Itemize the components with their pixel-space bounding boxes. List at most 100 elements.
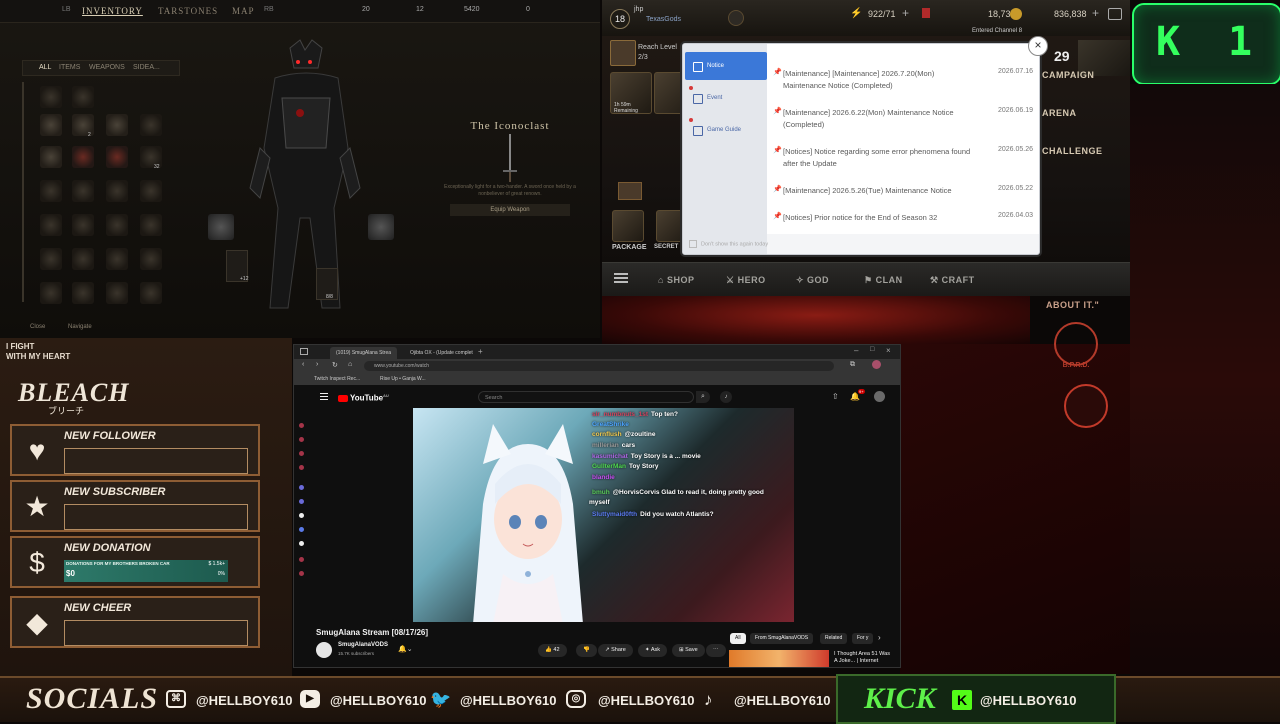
home-icon[interactable]: ⌂	[348, 361, 352, 368]
maximize-icon[interactable]: □	[870, 346, 874, 353]
equip-slot-helmet[interactable]	[208, 214, 234, 240]
chat-icon[interactable]	[1108, 8, 1122, 20]
sidebar-icon[interactable]	[299, 499, 304, 504]
notify-bell-icon[interactable]: 🔔⌄	[398, 645, 413, 653]
filter-all[interactable]: ALL	[39, 64, 51, 71]
chip-for-you[interactable]: For y	[852, 633, 874, 644]
search-icon[interactable]: ⌕	[696, 391, 710, 403]
footer-navigate[interactable]: Navigate	[68, 324, 92, 330]
close-icon[interactable]: ×	[1028, 36, 1048, 56]
related-video-thumbnail[interactable]	[729, 650, 829, 667]
filter-weapons[interactable]: WEAPONS	[89, 64, 125, 71]
menu-arena[interactable]: ARENA	[1032, 108, 1130, 146]
package-label[interactable]: PACKAGE	[612, 244, 646, 251]
ask-button[interactable]: ✦ Ask	[638, 644, 668, 657]
menu-campaign[interactable]: CAMPAIGN	[1032, 70, 1130, 108]
mic-icon[interactable]: ♪	[720, 391, 732, 403]
nav-clan[interactable]: ⚑ CLAN	[864, 275, 903, 286]
yt-avatar[interactable]	[874, 391, 885, 402]
sidebar-icon[interactable]	[299, 437, 304, 442]
filter-items[interactable]: ITEMS	[59, 64, 80, 71]
reach-level-portrait[interactable]	[610, 40, 636, 66]
nav-hero[interactable]: ⚔ HERO	[726, 275, 766, 286]
inventory-slot[interactable]	[72, 282, 94, 304]
event-tab[interactable]: Event	[685, 84, 767, 112]
new-tab-button[interactable]: +	[478, 347, 483, 356]
more-actions-button[interactable]: ⋯	[706, 644, 726, 657]
dont-show-checkbox[interactable]: Don't show this again today	[689, 240, 768, 248]
sidebar-icon[interactable]	[299, 513, 304, 518]
sidebar-icon[interactable]	[299, 485, 304, 490]
inventory-slot[interactable]	[106, 248, 128, 270]
inventory-slot[interactable]	[72, 86, 94, 108]
inventory-slot[interactable]	[106, 214, 128, 236]
inventory-scrollbar[interactable]	[22, 82, 24, 302]
tab-inventory[interactable]: INVENTORY	[82, 6, 143, 16]
window-close-icon[interactable]: ×	[886, 346, 891, 355]
sidebar-icon[interactable]	[299, 465, 304, 470]
inventory-slot[interactable]	[106, 146, 128, 168]
chips-next-icon[interactable]: ›	[878, 633, 881, 642]
dislike-button[interactable]: 👎	[576, 644, 597, 657]
equip-slot-armor[interactable]	[368, 214, 394, 240]
chip-related[interactable]: Related	[820, 633, 848, 644]
related-video-title[interactable]: I Thought Area 51 Was A Joke... | Intern…	[834, 651, 894, 665]
nav-craft[interactable]: ⚒ CRAFT	[930, 275, 975, 286]
inventory-slot[interactable]	[40, 114, 62, 136]
browser-tab-ojibta[interactable]: Ojibta OX - (Update complet	[404, 347, 479, 359]
inventory-slot[interactable]	[72, 248, 94, 270]
tab-tarstones[interactable]: TARSTONES	[158, 6, 218, 16]
game-guide-tab[interactable]: Game Guide	[685, 116, 767, 144]
inventory-slot[interactable]	[72, 146, 94, 168]
nav-god[interactable]: ✧ GOD	[796, 275, 829, 286]
inventory-slot[interactable]	[40, 86, 62, 108]
bookmark-item[interactable]: Twitch Inspect Rec...	[314, 376, 360, 382]
sidebar-icon[interactable]	[299, 451, 304, 456]
address-bar[interactable]: www.youtube.com/watch	[364, 361, 834, 371]
add-energy-button[interactable]: +	[902, 6, 909, 20]
sidebar-icon[interactable]	[299, 571, 304, 576]
footer-close[interactable]: Close	[30, 324, 45, 330]
add-gems-button[interactable]: +	[1092, 6, 1099, 20]
chip-from-channel[interactable]: From SmugAlanaVODS	[750, 633, 814, 644]
package-tile[interactable]	[612, 210, 644, 242]
inventory-slot[interactable]	[40, 146, 62, 168]
inventory-slot[interactable]	[72, 214, 94, 236]
forward-icon[interactable]: ›	[316, 361, 318, 368]
upload-icon[interactable]: ⇧	[832, 392, 839, 401]
like-button[interactable]: 👍 42	[538, 644, 567, 657]
reload-icon[interactable]: ↻	[332, 361, 338, 369]
inventory-slot[interactable]	[140, 214, 162, 236]
save-button[interactable]: ⊞ Save	[672, 644, 705, 657]
chip-all[interactable]: All	[730, 633, 746, 644]
hamburger-menu-icon[interactable]	[614, 273, 628, 275]
inventory-slot[interactable]	[106, 114, 128, 136]
inventory-slot[interactable]	[140, 180, 162, 202]
yt-menu-icon[interactable]	[320, 393, 328, 394]
filter-side[interactable]: SIDEA...	[133, 64, 160, 71]
sidebar-icon[interactable]	[299, 527, 304, 532]
inventory-slot[interactable]	[140, 282, 162, 304]
tab-overview-icon[interactable]	[300, 348, 308, 355]
extensions-icon[interactable]: ⧉	[850, 361, 855, 369]
inventory-slot[interactable]	[40, 248, 62, 270]
inventory-slot[interactable]	[140, 248, 162, 270]
channel-avatar[interactable]	[316, 642, 332, 658]
inventory-slot[interactable]	[106, 282, 128, 304]
equip-weapon-button[interactable]: Equip Weapon	[450, 204, 570, 216]
bookmark-item[interactable]: Rise Up • Ganja W...	[380, 376, 426, 382]
inventory-slot[interactable]	[72, 180, 94, 202]
mail-icon[interactable]	[618, 182, 642, 200]
sidebar-icon[interactable]	[299, 423, 304, 428]
yt-search-input[interactable]: Search	[478, 391, 694, 403]
share-button[interactable]: ↗ Share	[598, 644, 633, 657]
inventory-slot[interactable]	[140, 114, 162, 136]
profile-avatar[interactable]	[872, 360, 881, 369]
inventory-slot[interactable]	[40, 214, 62, 236]
inventory-slot[interactable]	[40, 282, 62, 304]
sidebar-icon[interactable]	[299, 557, 304, 562]
menu-challenge[interactable]: CHALLENGE	[1032, 146, 1130, 184]
youtube-logo[interactable]: YouTubeAU	[338, 393, 389, 403]
minimize-icon[interactable]: –	[854, 346, 858, 355]
sidebar-icon[interactable]	[299, 541, 304, 546]
